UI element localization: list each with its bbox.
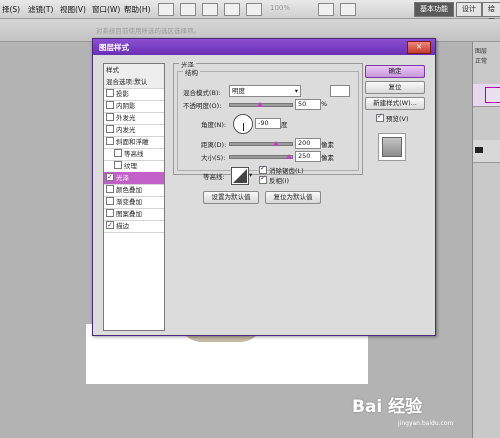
opacity-slider-thumb[interactable] [257,102,263,107]
distance-slider[interactable] [229,142,293,146]
size-slider-thumb[interactable] [286,154,292,159]
effect-checkbox[interactable] [106,89,114,97]
bridge-icon[interactable] [158,3,174,16]
blend-mode-select[interactable]: 明度 ▾ [229,85,301,97]
options-hint: 对系统目前使用所选的选区选择项。 [96,27,200,35]
effect-label: 渐变叠加 [116,198,142,206]
effect-checkbox[interactable] [106,219,114,231]
effect-label: 外发光 [116,114,136,122]
zoom-level[interactable]: 100% [270,4,290,12]
effect-checkbox[interactable] [106,137,114,145]
satin-color-swatch[interactable] [330,85,350,97]
menu-help[interactable]: 帮助(H) [124,4,151,15]
angle-label: 角度(N): [201,121,227,129]
dropdown-arrow-icon: ▾ [294,87,298,95]
angle-dial[interactable] [233,114,253,134]
reset-default-button[interactable]: 复位为默认值 [265,191,321,204]
effect-label: 图案叠加 [116,210,142,218]
effect-checkbox[interactable] [106,125,114,133]
dialog-titlebar[interactable]: 图层样式 ✕ [93,39,435,55]
baidu-jingyan-watermark: Bai 经验 [352,397,423,417]
invert-label: 反相(I) [269,177,289,185]
effect-item[interactable]: 描边 [104,219,164,233]
effect-label: 内阴影 [116,102,136,110]
minibridge-icon[interactable] [180,3,196,16]
contour-curve-icon [233,169,247,183]
layer-row[interactable] [473,84,500,107]
tab-layers[interactable]: 图层 [475,46,487,55]
effect-label: 颜色叠加 [116,186,142,194]
extras-icon[interactable] [202,3,218,16]
layer-thumbnail [485,87,500,103]
effect-label: 等高线 [124,150,144,158]
opacity-input[interactable]: 50 [295,99,321,110]
opacity-unit: % [321,100,328,108]
effect-label: 描边 [116,222,129,230]
effect-checkbox[interactable] [106,113,114,121]
style-preview-swatch [382,137,402,157]
close-button[interactable]: ✕ [407,41,431,54]
contour-picker[interactable] [231,167,249,185]
layers-panel: 图层 正常 [472,42,500,438]
visibility-eye-icon[interactable] [475,147,483,153]
size-unit: 像素 [321,154,334,162]
distance-slider-thumb[interactable] [273,141,279,146]
menu-bar: 择(S) 滤镜(T) 视图(V) 窗口(W) 帮助(H) 100% 基本功能 设… [0,0,500,26]
angle-input[interactable]: -90 [255,118,281,129]
distance-unit: 像素 [321,141,334,149]
size-slider[interactable] [229,155,293,159]
dialog-title: 图层样式 [99,43,129,52]
screen-mode-icon[interactable] [340,3,356,16]
effect-checkbox[interactable] [114,149,122,157]
menu-filter[interactable]: 滤镜(T) [28,4,53,15]
size-input[interactable]: 250 [295,151,321,162]
new-style-button[interactable]: 新建样式(W)... [365,97,425,110]
workspace-paint-button[interactable]: 绘画 [482,2,500,26]
effect-checkbox[interactable] [106,101,114,109]
styles-list: 样式 混合选项:默认 投影内阴影外发光内发光斜面和浮雕等高线纹理光泽颜色叠加渐变… [103,63,165,331]
watermark-url: jingyan.baidu.com [398,420,454,427]
effect-checkbox[interactable] [106,209,114,217]
anti-alias-label: 消除锯齿(L) [269,167,304,175]
distance-input[interactable]: 200 [295,138,321,149]
effect-label: 斜面和浮雕 [116,138,149,146]
workspace-design-button[interactable]: 设计 [456,2,482,17]
effect-label: 投影 [116,90,129,98]
blend-mode-label: 混合模式(B): [183,89,221,97]
effect-label: 内发光 [116,126,136,134]
effect-label: 光泽 [116,174,129,182]
effect-checkbox[interactable] [106,185,114,193]
layer-style-dialog: 图层样式 ✕ 样式 混合选项:默认 投影内阴影外发光内发光斜面和浮雕等高线纹理光… [92,38,436,336]
invert-checkbox[interactable]: 反相(I) [257,174,289,185]
size-label: 大小(S): [201,154,226,162]
effect-checkbox[interactable] [114,161,122,169]
preview-label: 预览(V) [386,115,409,123]
menu-window[interactable]: 窗口(W) [92,4,120,15]
workspace-essentials-button[interactable]: 基本功能 [414,2,454,17]
structure-group-title: 结构 [183,67,200,77]
menu-select[interactable]: 择(S) [2,4,20,15]
effect-label: 纹理 [124,162,137,170]
arrange-icon[interactable] [318,3,334,16]
effect-checkbox[interactable] [106,171,114,183]
angle-needle [242,123,244,131]
contour-dropdown-icon[interactable]: ▾ [249,171,252,179]
layer-row[interactable] [473,140,500,163]
ok-button[interactable]: 确定 [365,65,425,78]
preview-checkbox[interactable]: 预览(V) [374,112,409,123]
view-icon[interactable] [224,3,240,16]
make-default-button[interactable]: 设置为默认值 [203,191,259,204]
opacity-label: 不透明度(O): [183,102,222,110]
distance-label: 距离(D): [201,141,227,149]
hand-icon[interactable] [246,3,262,16]
effect-checkbox[interactable] [106,197,114,205]
contour-label: 等高线: [203,173,225,181]
blend-mode-select[interactable]: 正常 [475,56,487,65]
reset-button[interactable]: 复位 [365,81,425,94]
angle-unit: 度 [281,121,288,129]
menu-view[interactable]: 视图(V) [60,4,86,15]
